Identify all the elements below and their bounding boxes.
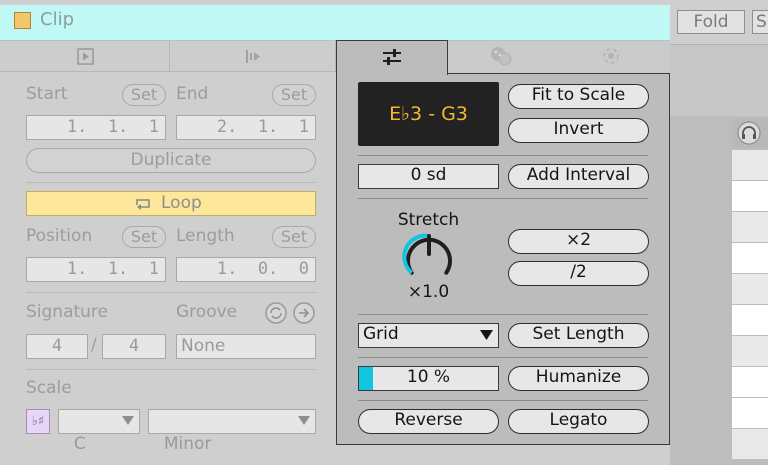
end-label: End [176, 84, 209, 104]
signature-numerator-field[interactable]: 4 [26, 334, 88, 359]
stretch-label: Stretch [397, 210, 460, 230]
right-spacer [670, 44, 768, 116]
divider [358, 155, 648, 156]
end-field[interactable]: 2. 1. 1 [176, 115, 316, 140]
chevron-down-icon [122, 416, 134, 425]
duplicate-button[interactable]: Duplicate [26, 148, 316, 173]
humanize-amount-value: 10 % [406, 367, 451, 387]
loop-label: Loop [161, 193, 202, 213]
legato-button[interactable]: Legato [508, 409, 649, 434]
tab-clip-main[interactable] [0, 41, 170, 72]
groove-commit-icon[interactable] [264, 301, 288, 325]
stretch-knob[interactable] [402, 232, 456, 282]
divider [358, 400, 648, 401]
length-set-button[interactable]: Set [272, 226, 316, 248]
pitch-range-display: E♭3 - G3 [358, 82, 499, 146]
loop-button[interactable]: Loop [26, 191, 316, 216]
halve-button[interactable]: /2 [508, 261, 649, 286]
signature-slash: / [91, 335, 97, 355]
piano-key[interactable] [732, 398, 768, 428]
signature-label: Signature [26, 302, 109, 322]
scale-root-value: C [73, 434, 86, 454]
start-field[interactable]: 1. 1. 1 [26, 115, 166, 140]
divider [358, 357, 648, 358]
divider [358, 198, 648, 199]
piano-key[interactable] [732, 274, 768, 304]
length-label: Length [176, 226, 235, 246]
tab-clip-notes[interactable] [170, 41, 336, 72]
chevron-down-icon [298, 416, 310, 425]
divider [26, 369, 316, 370]
step-icon [246, 50, 260, 63]
start-label: Start [26, 84, 68, 104]
add-interval-button[interactable]: Add Interval [508, 164, 649, 189]
piano-key[interactable] [732, 429, 768, 459]
piano-key[interactable] [732, 181, 768, 211]
popover-inactive-tabs [448, 41, 670, 73]
loop-icon [136, 199, 150, 210]
piano-key[interactable] [732, 243, 768, 273]
stretch-value: ×1.0 [407, 282, 450, 302]
position-field[interactable]: 1. 1. 1 [26, 257, 166, 282]
humanize-amount-slider[interactable]: 10 % [358, 366, 499, 391]
headphones-icon[interactable] [737, 121, 761, 145]
target-icon[interactable] [600, 45, 622, 67]
position-set-button[interactable]: Set [122, 226, 166, 248]
groove-hot-swap-icon[interactable] [292, 301, 316, 325]
reverse-button[interactable]: Reverse [358, 409, 499, 434]
divider [358, 314, 648, 315]
sliders-icon [383, 49, 401, 65]
set-length-button[interactable]: Set Length [508, 323, 649, 348]
clip-title: Clip [40, 9, 74, 30]
play-icon [77, 48, 94, 65]
divider [26, 292, 316, 293]
signature-denominator-field[interactable]: 4 [102, 334, 166, 359]
piano-key[interactable] [732, 305, 768, 335]
fold-button[interactable]: Fold [677, 10, 745, 34]
humanize-button[interactable]: Humanize [508, 366, 649, 391]
fit-to-scale-button[interactable]: Fit to Scale [508, 84, 649, 109]
grid-value: Grid [363, 324, 399, 344]
divider [26, 182, 316, 183]
interval-field[interactable]: 0 sd [358, 164, 499, 189]
piano-key[interactable] [732, 212, 768, 242]
scale-mode-icon[interactable]: ♭♯ [26, 409, 50, 434]
groove-label: Groove [176, 302, 238, 322]
double-button[interactable]: ×2 [508, 229, 649, 254]
groove-field[interactable]: None [176, 334, 316, 359]
scale-mode-value: Minor [163, 434, 212, 454]
dice-icon[interactable] [489, 45, 513, 67]
scale-mode-dropdown[interactable]: Minor [148, 409, 316, 454]
piano-key[interactable] [732, 150, 768, 180]
popover-tab-line [448, 73, 670, 74]
chevron-down-icon [480, 330, 493, 340]
invert-button[interactable]: Invert [508, 118, 649, 143]
next-button[interactable]: S [752, 10, 768, 34]
scale-label: Scale [26, 378, 72, 398]
tab-transform[interactable] [336, 40, 448, 75]
end-set-button[interactable]: Set [272, 84, 316, 106]
clip-titlebar[interactable] [0, 5, 670, 41]
piano-key[interactable] [732, 367, 768, 397]
piano-key[interactable] [732, 336, 768, 366]
clip-color-swatch[interactable] [14, 12, 31, 29]
length-field[interactable]: 1. 0. 0 [176, 257, 316, 282]
start-set-button[interactable]: Set [122, 84, 166, 106]
position-label: Position [26, 226, 93, 246]
grid-dropdown[interactable]: Grid [358, 323, 499, 348]
